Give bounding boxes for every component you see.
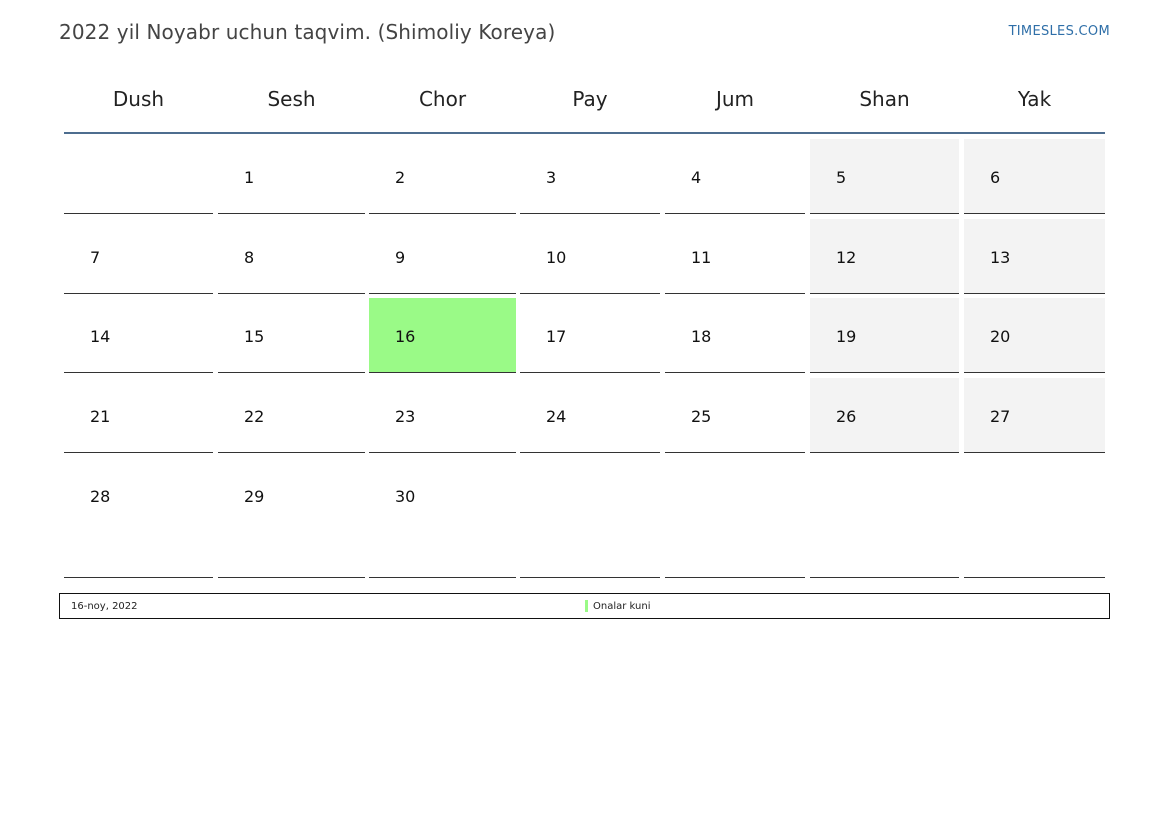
calendar-day-cell: 21 [64, 378, 213, 453]
calendar-day-cell: 26 [810, 378, 959, 453]
day-number: 8 [244, 248, 255, 267]
weekday-sat: Shan [859, 87, 910, 111]
calendar-day-cell: 4 [665, 139, 805, 214]
day-number: 7 [90, 248, 101, 267]
calendar-day-cell: 24 [520, 378, 660, 453]
day-number: 10 [546, 248, 567, 267]
calendar-day-cell: 17 [520, 298, 660, 373]
calendar-day-cell: 6 [964, 139, 1105, 214]
day-number: 13 [990, 248, 1011, 267]
calendar-day-cell: 10 [520, 219, 660, 294]
day-number: 29 [244, 487, 265, 506]
weekday-tue: Sesh [267, 87, 316, 111]
day-number: 22 [244, 407, 265, 426]
calendar-day-cell: 9 [369, 219, 516, 294]
day-number: 21 [90, 407, 111, 426]
day-number: 16 [395, 327, 416, 346]
legend-holiday-name: Onalar kuni [593, 601, 651, 612]
weekday-fri: Jum [715, 87, 755, 111]
calendar-day-cell: 15 [218, 298, 365, 373]
day-number: 3 [546, 168, 557, 187]
day-number: 23 [395, 407, 416, 426]
day-number: 18 [691, 327, 712, 346]
calendar-day-cell: 12 [810, 219, 959, 294]
calendar-day-cell [810, 458, 959, 578]
calendar-day-cell [665, 458, 805, 578]
brand-link[interactable]: TIMESLES.COM [1009, 24, 1110, 39]
weekday-sun: Yak [1017, 87, 1052, 111]
day-number: 15 [244, 327, 265, 346]
weekday-thu: Pay [572, 87, 608, 111]
weekday-header: Dush Sesh Chor Pay Jum Shan Yak [64, 70, 1105, 134]
day-number: 5 [836, 168, 847, 187]
calendar-day-cell: 1 [218, 139, 365, 214]
calendar-day-cell: 14 [64, 298, 213, 373]
day-number: 17 [546, 327, 567, 346]
legend-date: 16-noy, 2022 [71, 601, 138, 612]
calendar-day-cell: 2 [369, 139, 516, 214]
day-number: 12 [836, 248, 857, 267]
calendar-day-cell: 18 [665, 298, 805, 373]
calendar-day-cell [520, 458, 660, 578]
calendar-day-cell: 20 [964, 298, 1105, 373]
calendar-day-cell: 29 [218, 458, 365, 578]
legend: 16-noy, 2022 Onalar kuni [59, 593, 1110, 619]
calendar-day-cell: 25 [665, 378, 805, 453]
day-number: 2 [395, 168, 406, 187]
calendar-day-cell [964, 458, 1105, 578]
day-number: 24 [546, 407, 567, 426]
day-number: 30 [395, 487, 416, 506]
calendar-day-cell: 16 [369, 298, 516, 373]
weekday-mon: Dush [112, 87, 165, 111]
day-number: 11 [691, 248, 712, 267]
calendar-day-cell: 23 [369, 378, 516, 453]
calendar-day-cell: 7 [64, 219, 213, 294]
day-number: 20 [990, 327, 1011, 346]
day-number: 27 [990, 407, 1011, 426]
day-number: 25 [691, 407, 712, 426]
day-number: 19 [836, 327, 857, 346]
weekday-wed: Chor [418, 87, 467, 111]
calendar-day-cell: 8 [218, 219, 365, 294]
calendar-day-cell: 27 [964, 378, 1105, 453]
calendar-day-cell: 5 [810, 139, 959, 214]
day-number: 28 [90, 487, 111, 506]
calendar-day-cell [64, 139, 213, 214]
day-number: 9 [395, 248, 406, 267]
page-title: 2022 yil Noyabr uchun taqvim. (Shimoliy … [59, 20, 556, 44]
calendar-day-cell: 28 [64, 458, 213, 578]
legend-color-marker [585, 600, 588, 612]
calendar-day-cell: 22 [218, 378, 365, 453]
calendar-day-cell: 3 [520, 139, 660, 214]
calendar-day-cell: 19 [810, 298, 959, 373]
day-number: 4 [691, 168, 702, 187]
day-number: 26 [836, 407, 857, 426]
day-number: 1 [244, 168, 255, 187]
calendar-day-cell: 13 [964, 219, 1105, 294]
calendar-day-cell: 11 [665, 219, 805, 294]
day-number: 6 [990, 168, 1001, 187]
calendar-day-cell: 30 [369, 458, 516, 578]
day-number: 14 [90, 327, 111, 346]
